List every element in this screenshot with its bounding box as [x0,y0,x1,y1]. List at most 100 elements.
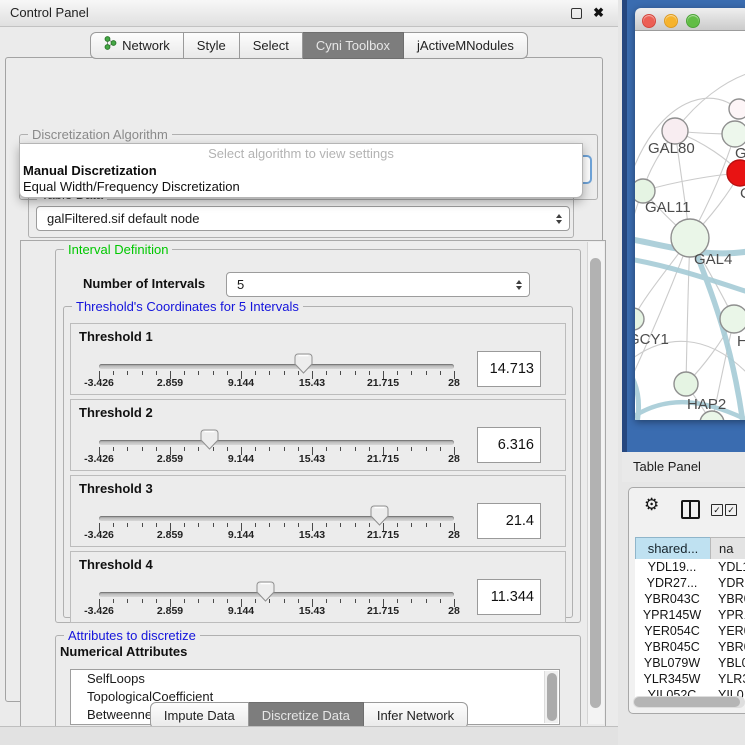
slider-tick [284,523,285,527]
zoom-traffic-light-icon[interactable] [686,14,700,28]
table-row[interactable]: YBR045C YBR0 [635,639,745,655]
threshold-label: Threshold 3 [79,481,153,496]
table-row[interactable]: YBL079W YBL0 [635,655,745,671]
slider-thumb[interactable] [200,429,219,450]
slider-tick [411,523,412,527]
name-cell[interactable]: YBL0 [718,655,745,671]
shared-name-cell[interactable]: YDL19... [635,559,709,575]
name-cell[interactable]: YLR3 [718,671,745,687]
slider-tick-label: 2.859 [157,453,183,465]
table-data-combobox[interactable]: galFiltered.sif default node [36,206,570,231]
columns-icon[interactable] [681,500,700,519]
number-of-intervals-combobox[interactable]: 5 [226,272,530,297]
shared-name-cell[interactable]: YDR27... [635,575,709,591]
tab-discretize-data[interactable]: Discretize Data [249,702,364,729]
threshold-value-field[interactable]: 6.316 [477,427,541,463]
slider-track[interactable] [99,516,454,521]
threshold-value-field[interactable]: 14.713 [477,351,541,387]
tab-style-label: Style [197,33,226,58]
slider-tick [440,447,441,451]
gear-icon[interactable]: ⚙ [644,495,659,515]
tab-select[interactable]: Select [240,32,303,59]
settings-scrollbar-thumb[interactable] [590,258,601,708]
slider-tick [340,523,341,527]
network-node-label: GA [735,145,745,162]
name-cell[interactable]: YDR2 [718,575,745,591]
table-row[interactable]: YDR27... YDR2 [635,575,745,591]
column-header-shared-name[interactable]: shared... [635,537,711,560]
slider-tick-label: 9.144 [228,605,254,617]
slider-thumb[interactable] [294,353,313,374]
table-scrollbar-thumb[interactable] [634,697,740,707]
close-traffic-light-icon[interactable] [642,14,656,28]
network-node[interactable] [674,372,698,396]
shared-name-cell[interactable]: YBR045C [635,639,709,655]
tab-impute-data[interactable]: Impute Data [150,702,249,729]
float-window-icon[interactable] [571,8,582,19]
slider-track[interactable] [99,364,454,369]
bottom-status-strip [0,726,618,745]
table-row[interactable]: YLR345W YLR3 [635,671,745,687]
slider-tick-label: -3.426 [84,605,114,617]
checkbox-icon[interactable]: ✓ [725,504,737,516]
slider-track[interactable] [99,440,454,445]
slider-thumb[interactable] [370,505,389,526]
tab-style[interactable]: Style [184,32,240,59]
shared-name-cell[interactable]: YER054C [635,623,709,639]
slider-tick-label: 28 [448,453,460,465]
slider-tick [369,447,370,451]
threshold-value-field[interactable]: 21.4 [477,503,541,539]
settings-scroll-panel: Interval Definition Number of Intervals … [20,240,606,728]
network-node[interactable] [722,121,745,147]
network-graph: GAL80GACGAL11GAL4GCY1HHAP2 [635,31,745,420]
network-node[interactable] [635,308,644,330]
checkbox-icon[interactable]: ✓ [711,504,723,516]
name-cell[interactable]: YPR1 [718,607,745,623]
slider-tick [326,447,327,451]
column-header-name[interactable]: na [710,537,745,560]
slider-tick [340,599,341,603]
shared-name-cell[interactable]: YLR345W [635,671,709,687]
tab-cyni-toolbox[interactable]: Cyni Toolbox [303,32,404,59]
attribute-list-item[interactable]: SelfLoops [71,670,559,688]
settings-vertical-scrollbar[interactable] [587,242,604,724]
name-cell[interactable]: YBR0 [718,591,745,607]
table-row[interactable]: YBR043C YBR0 [635,591,745,607]
close-icon[interactable]: ✖ [593,4,604,22]
slider-tick [213,599,214,603]
tab-infer-network[interactable]: Infer Network [364,702,468,729]
shared-name-cell[interactable]: YPR145W [635,607,709,623]
name-cell[interactable]: YDL1 [718,559,745,575]
algorithm-option-equal-width[interactable]: Equal Width/Frequency Discretization [23,179,240,194]
slider-track[interactable] [99,592,454,597]
table-row[interactable]: YER054C YER0 [635,623,745,639]
slider-tick [426,447,427,451]
table-horizontal-scrollbar[interactable] [633,696,745,708]
numerical-attributes-heading: Numerical Attributes [60,644,187,659]
network-node-label: H [737,333,745,350]
network-node[interactable] [720,305,745,333]
network-node[interactable] [727,160,745,186]
slider-tick [411,447,412,451]
tab-jactivemnodules[interactable]: jActiveMNodules [404,32,528,59]
shared-name-cell[interactable]: YBR043C [635,591,709,607]
slider-tick [298,447,299,451]
threshold-value-field[interactable]: 11.344 [477,579,541,615]
network-canvas[interactable]: GAL80GACGAL11GAL4GCY1HHAP2 [635,31,745,420]
network-node[interactable] [729,99,745,119]
slider-tick [426,599,427,603]
minimize-traffic-light-icon[interactable] [664,14,678,28]
slider-tick [142,447,143,451]
tab-network[interactable]: Network [90,32,184,59]
name-cell[interactable]: YER0 [718,623,745,639]
table-row[interactable]: YDL19... YDL1 [635,559,745,575]
tab-cyni-toolbox-label: Cyni Toolbox [316,33,390,58]
name-cell[interactable]: YBR0 [718,639,745,655]
network-window-titlebar[interactable] [635,8,745,31]
slider-tick [440,599,441,603]
shared-name-cell[interactable]: YBL079W [635,655,709,671]
algorithm-option-manual[interactable]: Manual Discretization [23,163,157,178]
table-row[interactable]: YPR145W YPR1 [635,607,745,623]
slider-tick [298,523,299,527]
slider-thumb[interactable] [256,581,275,602]
